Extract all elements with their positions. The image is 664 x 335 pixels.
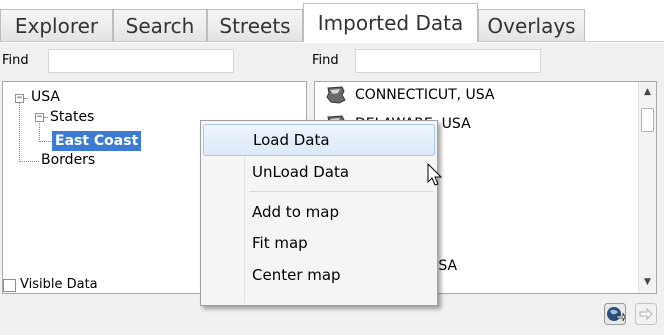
scroll-down-icon[interactable]: ▼ [639,274,656,291]
menu-separator [249,191,433,192]
collapse-icon[interactable]: − [35,113,44,122]
menu-center-map[interactable]: Center map [203,259,435,291]
list-scrollbar[interactable]: ▲ ▼ [638,82,656,293]
tree-line [44,117,48,118]
tree-line [19,161,39,162]
tree-node-usa[interactable]: USA [31,89,60,105]
tab-imported-data[interactable]: Imported Data [303,3,478,42]
tab-overlays[interactable]: Overlays [478,9,585,41]
tab-streets[interactable]: Streets [207,9,303,41]
menu-load-data[interactable]: Load Data [203,124,435,156]
state-map-icon [325,85,347,105]
scroll-up-icon[interactable]: ▲ [639,84,656,101]
tree-line [39,141,51,142]
list-item-label: CONNECTICUT, USA [355,87,495,103]
tab-search[interactable]: Search [113,9,207,41]
arrow-right-icon[interactable] [635,303,657,325]
find-label: Find [2,53,29,68]
visible-data-label: Visible Data [20,277,98,292]
menu-fit-map[interactable]: Fit map [203,227,435,259]
scroll-thumb[interactable] [641,108,654,132]
menu-unload-data[interactable]: UnLoad Data [203,156,435,188]
tree-node-borders[interactable]: Borders [41,152,95,168]
tree-line [19,101,20,162]
context-menu: Load Data UnLoad Data Add to map Fit map… [200,120,438,306]
tree-node-states[interactable]: States [50,109,94,125]
visible-data-checkbox[interactable] [3,279,16,292]
left-find-input[interactable] [48,49,234,73]
collapse-icon[interactable]: − [15,94,24,103]
list-item[interactable]: CONNECTICUT, USA [325,83,495,107]
mouse-cursor-icon [427,163,443,186]
tree-node-east-coast[interactable]: East Coast [52,131,142,151]
right-find-input[interactable] [355,49,541,73]
globe-go-icon[interactable] [604,303,626,325]
tree-line [24,98,28,99]
menu-add-to-map[interactable]: Add to map [203,196,435,228]
tab-bar: Explorer Search Streets Imported Data Ov… [0,0,664,43]
tab-explorer[interactable]: Explorer [0,9,113,41]
find-label: Find [312,53,339,68]
